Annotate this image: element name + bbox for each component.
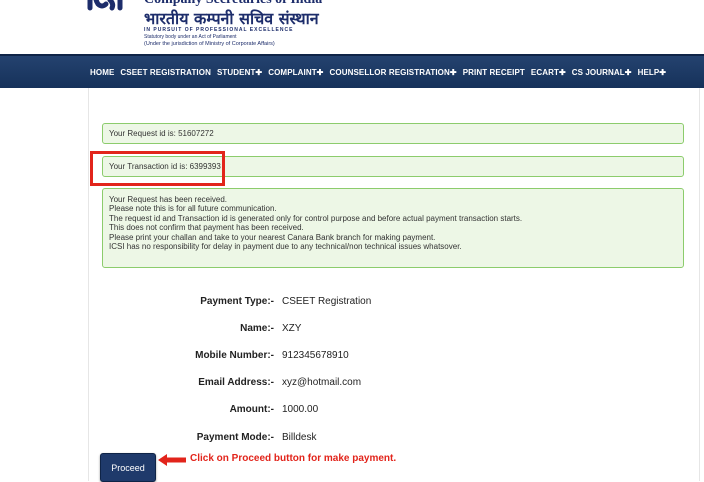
icsi-logo	[87, 0, 123, 11]
nav-cs-journal[interactable]: CS JOURNAL✚	[572, 68, 632, 77]
notice-line: ICSI has no responsibility for delay in …	[109, 242, 462, 252]
detail-row-amount: Amount:- 1000.00	[140, 402, 319, 416]
nav-counsellor-registration[interactable]: COUNSELLOR REGISTRATION✚	[330, 68, 457, 77]
payment-type-value: CSEET Registration	[282, 295, 372, 307]
nav-complaint[interactable]: COMPLAINT✚	[268, 68, 323, 77]
red-arrow-icon	[158, 454, 186, 466]
nav-print-receipt[interactable]: PRINT RECEIPT	[463, 68, 525, 77]
notice-line: Your Request has been received.	[109, 195, 228, 204]
org-name-hindi: भारतीय कम्पनी सचिव संस्थान	[144, 9, 319, 28]
notice-line: Please print your challan and take to yo…	[109, 232, 436, 242]
detail-row-mobile: Mobile Number:- 912345678910	[140, 348, 349, 362]
notice-line: Please note this is for all future commu…	[109, 204, 277, 214]
content-panel	[88, 88, 700, 481]
email-value: xyz@hotmail.com	[282, 376, 362, 388]
payment-mode-value: Billdesk	[282, 431, 317, 443]
nav-student[interactable]: STUDENT✚	[217, 68, 262, 77]
detail-row-name: Name:- XZY	[140, 321, 301, 335]
notice-message: Your Request has been received. Please n…	[102, 188, 684, 268]
detail-row-email: Email Address:- xyz@hotmail.com	[140, 375, 361, 389]
amount-value: 1000.00	[282, 403, 319, 415]
statutory-text: Statutory body under an Act of Parliamen…	[144, 34, 237, 40]
nav-ecart[interactable]: ECART✚	[531, 68, 566, 77]
nav-home[interactable]: HOME	[90, 68, 114, 77]
org-tagline: IN PURSUIT OF PROFESSIONAL EXCELLENCE	[144, 27, 294, 33]
payment-type-label: Payment Type:-	[200, 295, 274, 307]
payment-mode-label: Payment Mode:-	[196, 431, 274, 443]
nav-cseet-registration[interactable]: CSEET REGISTRATION	[120, 68, 211, 77]
site-header: Company Secretaries of India भारतीय कम्प…	[0, 0, 704, 54]
amount-label: Amount:-	[229, 403, 274, 415]
notice-line: This does not confirm that payment has b…	[109, 223, 304, 233]
jurisdiction-text: (Under the jurisdiction of Ministry of C…	[144, 41, 275, 47]
request-id-text: Your Request id is: 51607272	[109, 129, 214, 138]
email-label: Email Address:-	[198, 376, 274, 388]
name-label: Name:-	[240, 322, 274, 334]
main-navbar: HOME CSEET REGISTRATION STUDENT✚ COMPLAI…	[0, 54, 704, 88]
nav-help[interactable]: HELP✚	[638, 68, 667, 77]
detail-row-payment-type: Payment Type:- CSEET Registration	[140, 294, 371, 308]
notice-line: The request id and Transaction id is gen…	[109, 213, 523, 223]
proceed-button[interactable]: Proceed	[100, 453, 156, 482]
transaction-id-highlight-box	[90, 151, 225, 186]
mobile-value: 912345678910	[282, 349, 349, 361]
name-value: XZY	[282, 322, 302, 334]
detail-row-payment-mode: Payment Mode:- Billdesk	[140, 430, 317, 444]
nav-menu: HOME CSEET REGISTRATION STUDENT✚ COMPLAI…	[90, 56, 672, 88]
mobile-label: Mobile Number:-	[195, 349, 274, 361]
proceed-instruction-note: Click on Proceed button for make payment…	[190, 453, 397, 464]
request-id-message: Your Request id is: 51607272	[102, 123, 684, 144]
